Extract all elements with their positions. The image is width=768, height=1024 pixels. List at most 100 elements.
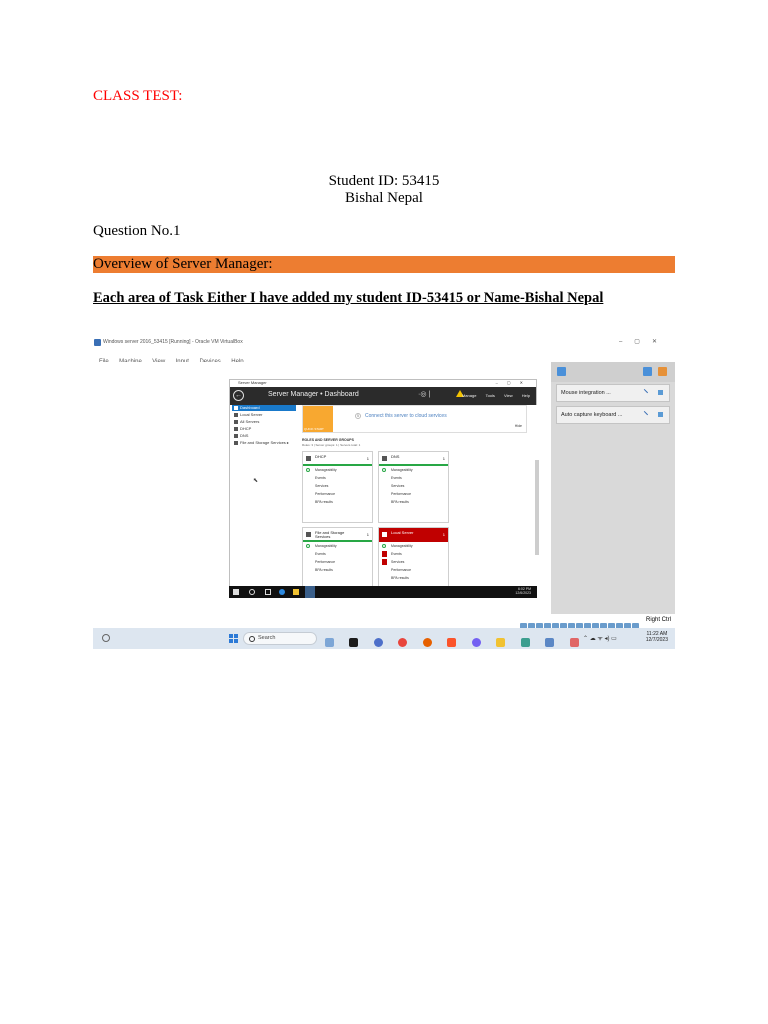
widgets-icon[interactable]: [102, 634, 110, 642]
class-test-heading: CLASS TEST:: [93, 88, 183, 104]
virtualbox-menubar: File Machine View Input Devices Help: [93, 350, 675, 365]
app-icon[interactable]: [520, 638, 530, 647]
notice-auto-capture-keyboard[interactable]: Auto capture keyboard ...: [556, 406, 670, 424]
tile-row[interactable]: Performance: [303, 558, 372, 566]
tile-row[interactable]: Services: [379, 482, 448, 490]
tile-local-server[interactable]: Local Server 1 Manageability Events Servi…: [378, 527, 449, 589]
tile-row[interactable]: Events: [303, 550, 372, 558]
tile-row[interactable]: Performance: [303, 490, 372, 498]
tile-row[interactable]: Services: [379, 558, 448, 566]
task-view-icon[interactable]: [265, 589, 271, 595]
info-icon[interactable]: [557, 367, 566, 376]
server-icon: [382, 532, 387, 537]
nav-item-local-server[interactable]: Local Server: [232, 412, 296, 418]
pin-icon[interactable]: [640, 410, 649, 419]
server-manager-window-title: Server Manager: [238, 380, 267, 385]
quick-start-tile[interactable]: QUICK START: [303, 406, 333, 432]
tile-row[interactable]: Performance: [379, 566, 448, 574]
roles-summary: Roles: 3 | Server groups: 1 | Servers to…: [302, 443, 361, 447]
system-tray[interactable]: ⌃ ☁ ᯤ ◂) ▭: [583, 634, 617, 642]
tile-row[interactable]: Performance: [379, 490, 448, 498]
server-manager-header: ← Server Manager • Dashboard ·◎ | Manage…: [230, 387, 536, 405]
tile-row[interactable]: Manageability: [303, 466, 372, 474]
tile-row[interactable]: Events: [303, 474, 372, 482]
question-number: Question No.1: [93, 223, 181, 239]
tile-row[interactable]: Manageability: [379, 466, 448, 474]
alert-count-icon: [382, 559, 387, 565]
chat-icon[interactable]: [373, 638, 383, 647]
dashboard-icon: [234, 406, 238, 410]
tile-row[interactable]: Events: [379, 474, 448, 482]
app-icon[interactable]: [325, 638, 334, 647]
windows-start-icon[interactable]: [229, 634, 238, 643]
connect-cloud-link[interactable]: Connect this server to cloud services: [365, 413, 447, 419]
roles-title: ROLES AND SERVER GROUPS: [302, 438, 354, 442]
menu-sm-view[interactable]: View: [504, 393, 513, 398]
check-circle-icon: [382, 468, 386, 472]
nav-item-all-servers[interactable]: All Servers: [232, 419, 296, 425]
windows-start-icon[interactable]: [233, 589, 239, 595]
check-circle-icon: [382, 544, 386, 548]
quick-start-label: QUICK START: [304, 427, 324, 431]
menu-manage[interactable]: Manage: [462, 393, 476, 398]
app-icon[interactable]: [569, 638, 579, 647]
folder-icon[interactable]: [293, 589, 299, 595]
alert-count-icon: [382, 551, 387, 557]
guest-taskbar: 6:02 PM 12/6/2023: [229, 586, 537, 598]
taskbar-apps: [325, 634, 590, 647]
app-icon[interactable]: [471, 638, 481, 647]
close-panel-icon[interactable]: [658, 367, 667, 376]
app-icon[interactable]: [349, 638, 359, 647]
student-name: Bishal Nepal: [345, 190, 423, 206]
server-manager-window-controls[interactable]: –▢✕: [496, 380, 532, 385]
nav-item-dashboard[interactable]: Dashboard: [232, 405, 296, 411]
tile-row[interactable]: Services: [303, 482, 372, 490]
tile-row[interactable]: Events: [379, 550, 448, 558]
server-manager-taskbar-icon[interactable]: [305, 586, 315, 598]
dashboard-content: QUICK START 5 Connect this server to clo…: [300, 405, 538, 589]
host-key-label: Right Ctrl: [646, 617, 672, 623]
tile-row[interactable]: Manageability: [379, 542, 448, 550]
notice-mouse-integration[interactable]: Mouse integration ...: [556, 384, 670, 402]
host-clock[interactable]: 11:22 AM 12/7/2023: [646, 631, 668, 643]
nav-item-dhcp[interactable]: DHCP: [232, 426, 296, 432]
pin-icon[interactable]: [640, 388, 649, 397]
virtualbox-icon[interactable]: [545, 638, 555, 647]
status-device-icons[interactable]: [520, 617, 640, 630]
tile-file-storage[interactable]: File and Storage Services 1 Manageability…: [302, 527, 373, 589]
dhcp-icon: [306, 456, 311, 461]
tile-row[interactable]: Manageability: [303, 542, 372, 550]
menu-sm-help[interactable]: Help: [522, 393, 530, 398]
nav-item-file-storage[interactable]: File and Storage Services ▸: [232, 440, 296, 446]
dismiss-icon[interactable]: [658, 412, 663, 417]
brave-icon[interactable]: [447, 638, 457, 647]
pin-panel-icon[interactable]: [643, 367, 652, 376]
edge-icon[interactable]: [279, 589, 285, 595]
tile-row[interactable]: BPA results: [303, 498, 372, 506]
back-arrow-icon[interactable]: ←: [233, 390, 244, 401]
tile-row[interactable]: BPA results: [379, 498, 448, 506]
tile-dns[interactable]: DNS 1 Manageability Events Services Perfo…: [378, 451, 449, 523]
dismiss-icon[interactable]: [658, 390, 663, 395]
window-controls[interactable]: –▢✕: [619, 338, 669, 345]
menu-tools[interactable]: Tools: [486, 393, 495, 398]
taskbar-search-box[interactable]: Search: [243, 632, 317, 645]
guest-scrollbar[interactable]: [535, 460, 539, 555]
file-explorer-icon[interactable]: [496, 638, 506, 647]
firefox-icon[interactable]: [422, 638, 432, 647]
tile-header: DHCP 1: [303, 452, 372, 466]
tile-dhcp[interactable]: DHCP 1 Manageability Events Services Perf…: [302, 451, 373, 523]
tile-header: Local Server 1: [379, 528, 448, 542]
refresh-icon[interactable]: ·◎ |: [418, 390, 430, 398]
search-icon[interactable]: [249, 589, 255, 595]
nav-item-dns[interactable]: DNS: [232, 433, 296, 439]
tile-header: DNS 1: [379, 452, 448, 466]
tile-row[interactable]: BPA results: [303, 566, 372, 574]
tile-row[interactable]: BPA results: [379, 574, 448, 582]
server-manager-menu: Manage Tools View Help: [454, 393, 530, 398]
chrome-icon[interactable]: [398, 638, 408, 647]
dns-icon: [382, 456, 387, 461]
hide-link[interactable]: Hide: [515, 424, 522, 428]
task-heading: Each area of Task Either I have added my…: [93, 290, 604, 306]
guest-desktop: Server Manager –▢✕ ← Server Manager • Da…: [93, 362, 551, 625]
